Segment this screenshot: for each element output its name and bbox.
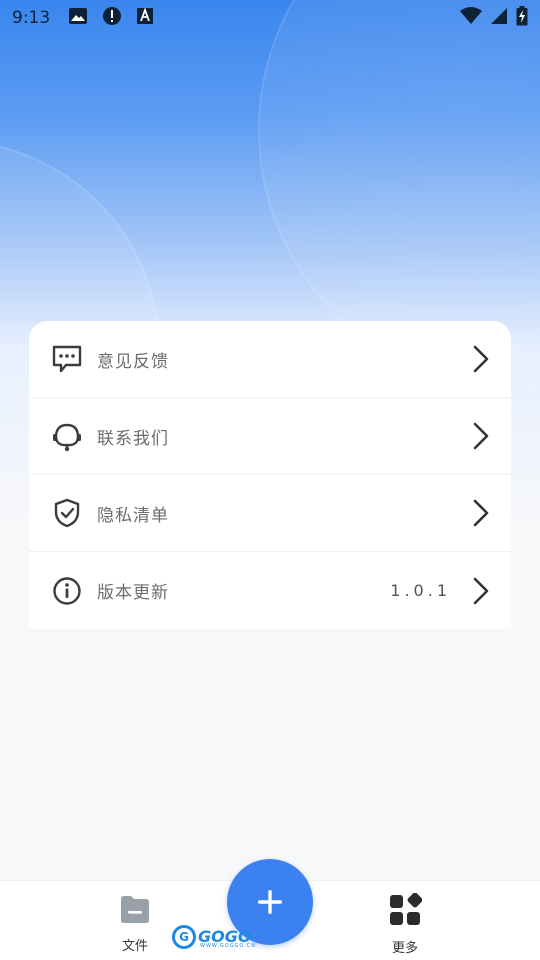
headset-icon	[51, 420, 83, 452]
info-icon	[51, 575, 83, 607]
tab-more[interactable]: 更多	[370, 892, 440, 956]
status-time: 9:13	[12, 8, 51, 28]
tab-label: 更多	[391, 941, 418, 956]
watermark-emblem-icon: G	[172, 925, 196, 949]
watermark-logo: G GOGO WWW.GOGGO.CN	[172, 924, 282, 950]
menu-item-label: 隐私清单	[97, 505, 169, 526]
menu-item-label: 版本更新	[97, 583, 169, 603]
alert-circle-icon	[102, 6, 122, 30]
tab-label: 文件	[121, 939, 148, 954]
feedback-chat-icon	[51, 343, 83, 375]
shield-check-icon	[51, 497, 83, 529]
wifi-icon	[460, 7, 482, 29]
menu-item-privacy-list[interactable]: 隐私清单	[29, 475, 511, 552]
image-icon	[68, 7, 88, 29]
plus-icon	[258, 890, 282, 914]
watermark-url: WWW.GOGGO.CN	[200, 943, 256, 949]
version-value: 1.0.1	[390, 581, 451, 600]
chevron-right-icon	[473, 422, 489, 450]
menu-item-label: 联系我们	[97, 428, 169, 449]
text-a-icon	[136, 7, 154, 29]
folder-icon	[118, 893, 152, 929]
menu-item-label: 意见反馈	[97, 351, 169, 372]
status-bar: 9:13	[0, 0, 540, 36]
battery-charging-icon	[516, 6, 528, 30]
menu-item-contact-us[interactable]: 联系我们	[29, 398, 511, 475]
signal-icon	[490, 7, 508, 29]
chevron-right-icon	[473, 499, 489, 527]
tab-files[interactable]: 文件	[100, 893, 170, 954]
chevron-right-icon	[473, 577, 489, 604]
settings-menu-card: 意见反馈 联系我们 隐私清单 版本更新 1.0.1	[29, 321, 511, 629]
apps-grid-icon	[388, 892, 423, 931]
chevron-right-icon	[473, 345, 489, 373]
menu-item-feedback[interactable]: 意见反馈	[29, 321, 511, 398]
menu-item-version-update[interactable]: 版本更新 1.0.1	[29, 552, 511, 629]
